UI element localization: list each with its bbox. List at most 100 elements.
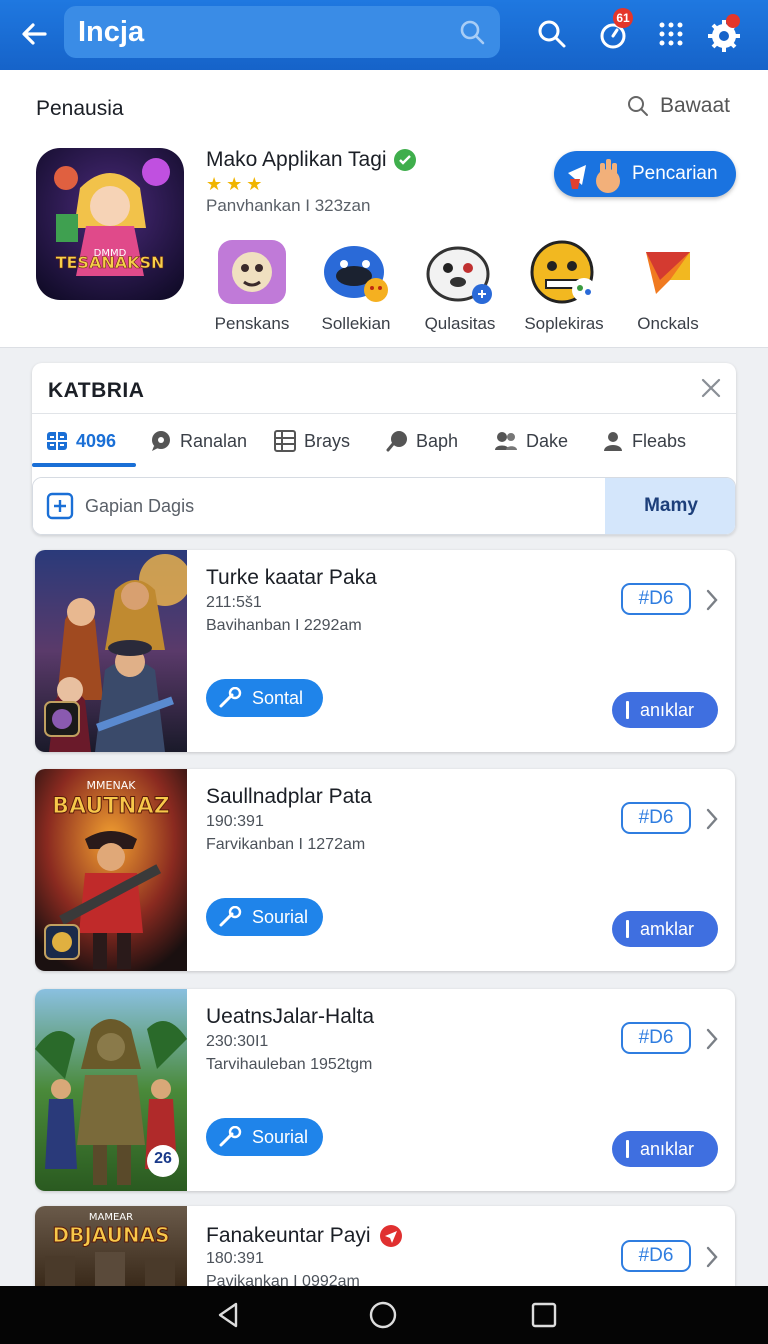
- tab-4096[interactable]: 4096: [46, 415, 116, 467]
- settings-gear-icon[interactable]: [704, 14, 744, 54]
- game-tag[interactable]: #D6: [621, 1240, 691, 1272]
- chevron-right-icon[interactable]: [705, 807, 719, 836]
- game-cover-subtext: MMENAK: [87, 779, 137, 792]
- button-label: amklar: [640, 918, 695, 939]
- button-label: anıklar: [640, 699, 695, 720]
- search-bar[interactable]: Incja: [64, 6, 500, 58]
- game-card[interactable]: MMENAK BAUTNAZ Saullnadplar Pata 190:391…: [35, 769, 735, 971]
- chat-bubble-icon: [152, 431, 170, 451]
- featured-app-meta: Panvhankan I 323zan: [206, 196, 371, 215]
- amklar-button[interactable]: amklar: [612, 911, 718, 947]
- game-tag[interactable]: #D6: [621, 583, 691, 615]
- rating-stars: ★★★: [206, 174, 267, 194]
- purple-creature-icon: [216, 238, 288, 306]
- game-tag[interactable]: #D6: [621, 802, 691, 834]
- nav-back-icon[interactable]: [208, 1295, 248, 1335]
- alert-dot: [726, 14, 740, 28]
- search-cta-button[interactable]: Pencarian: [554, 151, 736, 197]
- search-link-label: Bawaat: [659, 94, 730, 117]
- tab-dake[interactable]: Dake: [494, 415, 568, 467]
- game-card[interactable]: Turke kaatar Paka 211:5š1 Bavihanban I 2…: [35, 550, 735, 752]
- game-cover-subtext: MAMEAR: [89, 1212, 133, 1223]
- button-label: anıklar: [640, 1138, 695, 1159]
- tab-label: Baph: [416, 430, 459, 451]
- category-label: Soplekiras: [524, 314, 604, 333]
- search-icon: [627, 96, 648, 116]
- category-item-soplekiras[interactable]: Soplekiras: [512, 238, 616, 334]
- close-icon[interactable]: [700, 377, 722, 404]
- game-title: Saullnadplar Pata: [206, 785, 372, 809]
- featured-section: Penausia Bawaat DMMD TESANAKSN Mako Appl…: [0, 70, 768, 348]
- sourial-button[interactable]: Sourial: [206, 898, 323, 936]
- game-meta: Farvikanban I 1272am: [206, 836, 366, 853]
- game-card[interactable]: 26 UeatnsJalar-Halta 230:30I1 Tarvihaule…: [35, 989, 735, 1191]
- featured-app-name[interactable]: Mako Applikan Tagi: [206, 148, 417, 172]
- sontal-button[interactable]: Sontal: [206, 679, 323, 717]
- aniklar-button[interactable]: anıklar: [612, 692, 718, 728]
- chevron-right-icon[interactable]: [705, 1245, 719, 1274]
- white-creature-icon: [424, 238, 496, 306]
- tab-label: Brays: [304, 430, 351, 451]
- category-label: Onckals: [637, 314, 699, 333]
- system-nav-bar: [0, 1286, 768, 1344]
- game-title: Turke kaatar Paka: [206, 566, 377, 590]
- button-label: Sourial: [252, 1126, 309, 1147]
- category-item-qulasitas[interactable]: Qulasitas: [408, 238, 512, 334]
- table-icon: [274, 430, 296, 452]
- game-title-text: UeatnsJalar-Halta: [206, 1005, 375, 1028]
- game-title-text: Saullnadplar Pata: [206, 785, 372, 808]
- tab-baph[interactable]: Baph: [386, 415, 458, 467]
- section-heading: Penausia: [36, 97, 124, 120]
- pin-icon: [386, 431, 407, 452]
- nav-recents-icon[interactable]: [524, 1295, 564, 1335]
- category-panel: KATBRIA 4096 Ranalan Brays Baph Dake Fle…: [32, 363, 736, 535]
- category-item-sollekian[interactable]: Sollekian: [304, 238, 408, 334]
- category-label: Penskans: [214, 314, 290, 333]
- featured-app-name-text: Mako Applikan Tagi: [206, 148, 387, 171]
- category-search-field[interactable]: Gapian Dagis: [33, 478, 605, 534]
- nav-home-icon[interactable]: [363, 1295, 403, 1335]
- apps-grid-icon[interactable]: [651, 14, 691, 54]
- section-search-link[interactable]: Bawaat: [626, 94, 730, 118]
- red-badge-icon: [379, 1225, 402, 1247]
- panel-title: KATBRIA: [48, 379, 145, 402]
- tab-ranalan[interactable]: Ranalan: [150, 415, 247, 467]
- verified-check-icon: [393, 149, 416, 171]
- game-title-text: Turke kaatar Paka: [206, 566, 377, 589]
- game-subtitle: 180:391: [206, 1250, 264, 1267]
- search-icon: [458, 18, 486, 51]
- back-arrow-icon[interactable]: [14, 14, 54, 54]
- category-item-onckals[interactable]: Onckals: [616, 238, 720, 334]
- game-cover-image: MMENAK BAUTNAZ: [35, 769, 187, 971]
- aniklar-button[interactable]: anıklar: [612, 1131, 718, 1167]
- tab-label: Ranalan: [180, 430, 248, 451]
- sourial-button[interactable]: Sourial: [206, 1118, 323, 1156]
- featured-app-icon[interactable]: DMMD TESANAKSN: [36, 148, 184, 300]
- search-placeholder: Gapian Dagis: [85, 495, 195, 516]
- tab-brays[interactable]: Brays: [274, 415, 350, 467]
- tab-label: Dake: [526, 430, 569, 451]
- game-badge: 26: [154, 1150, 172, 1167]
- game-meta: Tarvihauleban 1952tgm: [206, 1056, 373, 1073]
- game-meta: Bavihanban I 2292am: [206, 617, 362, 634]
- chevron-right-icon[interactable]: [705, 588, 719, 617]
- button-label: Sourial: [252, 906, 309, 927]
- category-item-penskans[interactable]: Penskans: [200, 238, 304, 334]
- game-subtitle: 211:5š1: [206, 594, 262, 611]
- tab-label: Fleabs: [632, 430, 687, 451]
- grid-icon: [47, 432, 67, 450]
- waving-hand-icon: [560, 153, 628, 201]
- search-icon[interactable]: [532, 14, 572, 54]
- category-search-button[interactable]: Mamy: [605, 478, 735, 534]
- chevron-right-icon[interactable]: [705, 1027, 719, 1056]
- divider: [32, 413, 736, 414]
- game-cover-image: MAMEAR DBJAUNAS: [35, 1206, 187, 1286]
- game-card[interactable]: MAMEAR DBJAUNAS Fanakeuntar Payi 180:391…: [35, 1206, 735, 1286]
- add-square-icon: [46, 492, 74, 520]
- game-cover-image: 26: [35, 989, 187, 1191]
- category-row: Penskans Sollekian Qulasitas Soplekiras …: [200, 238, 720, 334]
- timer-icon[interactable]: 61: [593, 8, 633, 54]
- game-tag[interactable]: #D6: [621, 1022, 691, 1054]
- game-meta: Pavikankan I 0992am: [206, 1273, 360, 1286]
- tab-fleabs[interactable]: Fleabs: [602, 415, 686, 467]
